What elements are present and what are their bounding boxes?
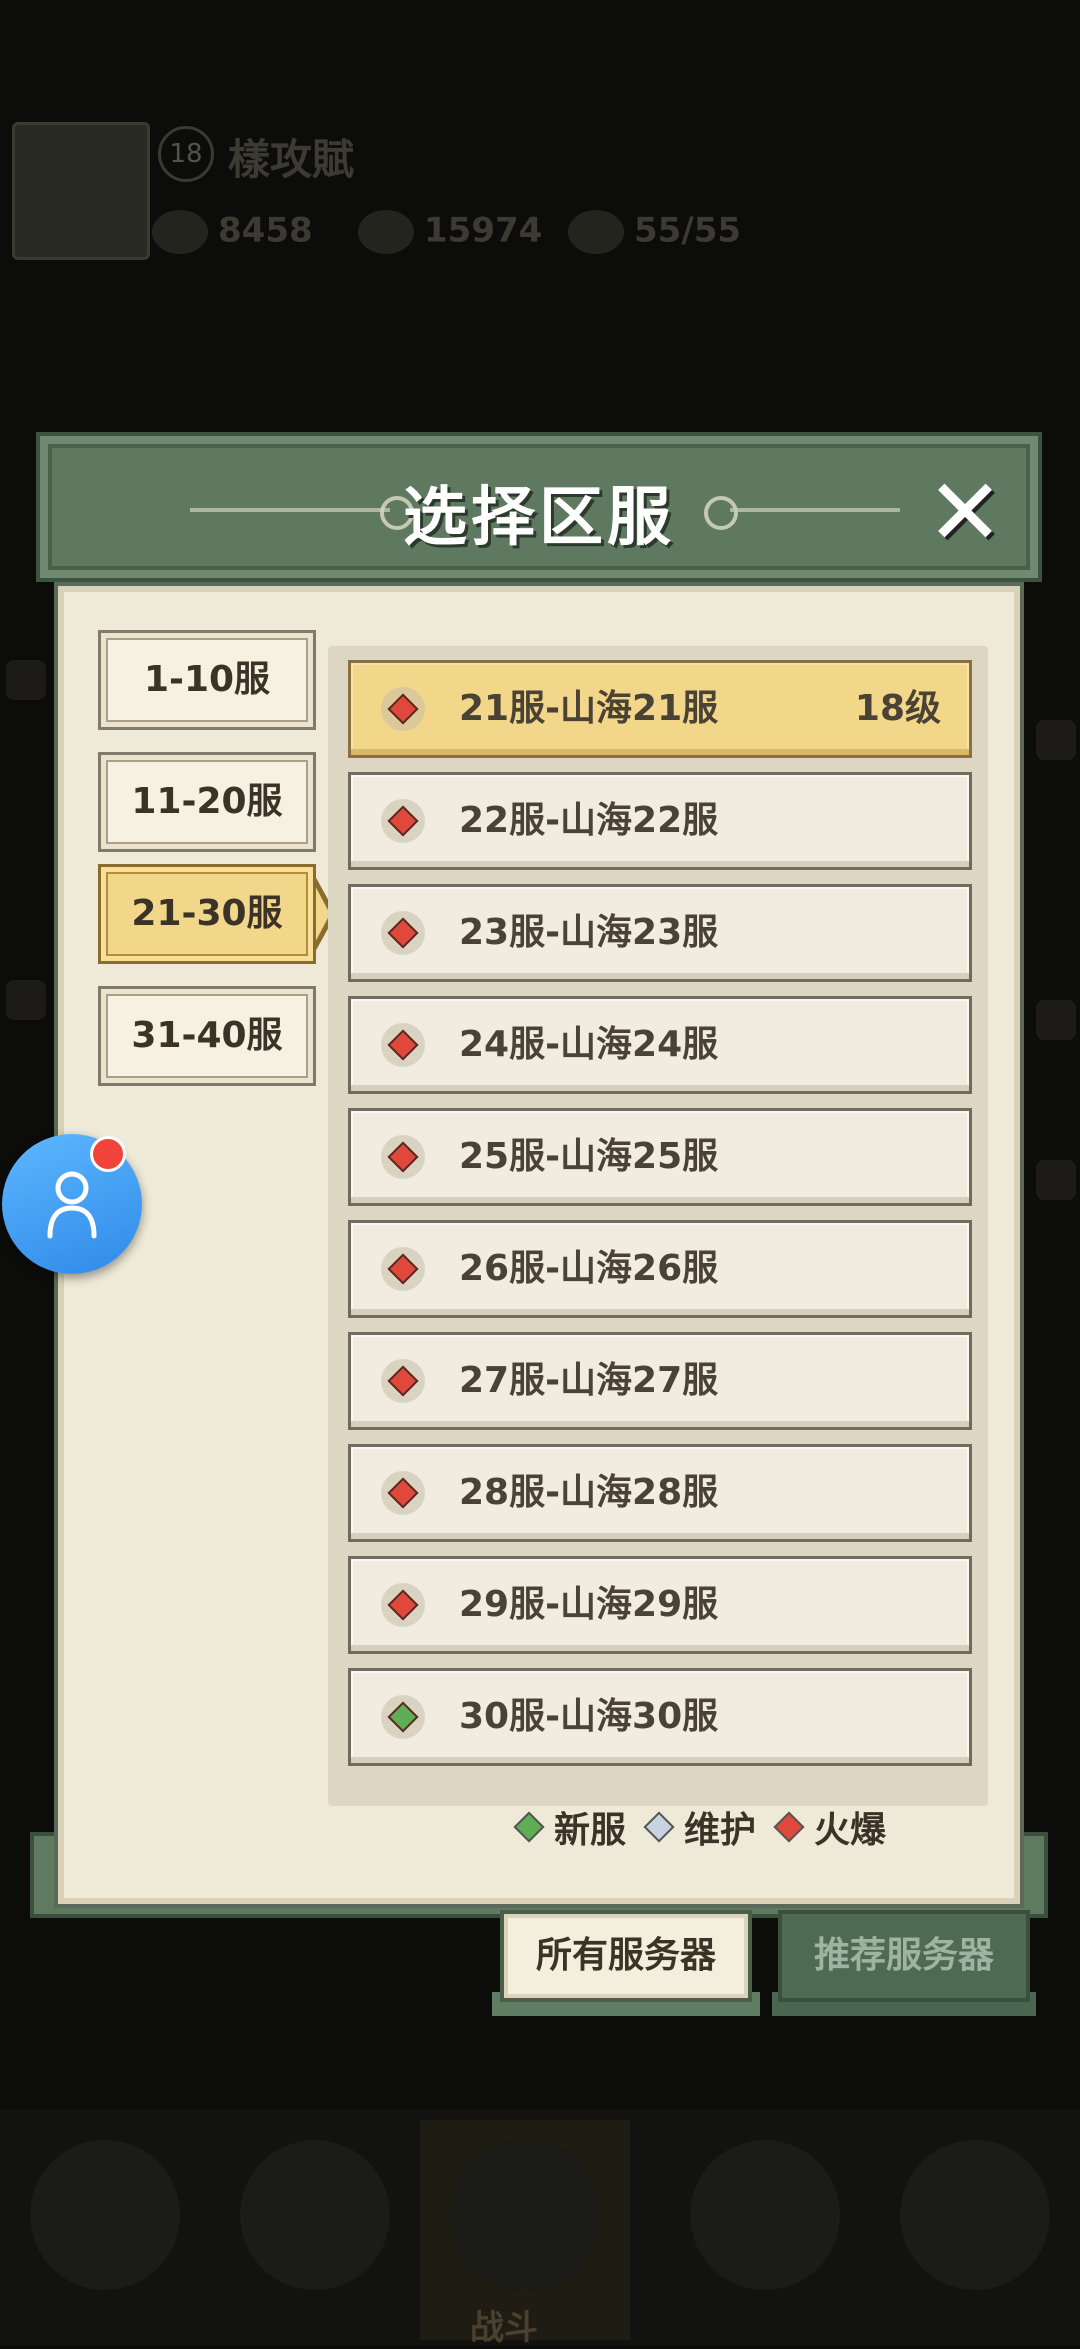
server-row-30[interactable]: 30服-山海30服 [348,1668,972,1766]
server-row-28[interactable]: 28服-山海28服 [348,1444,972,1542]
server-row-24[interactable]: 24服-山海24服 [348,996,972,1094]
category-tab-11-20[interactable]: 11-20服 [98,752,316,852]
status-hot-icon [381,1135,425,1179]
dialog-title: 选择区服 [403,481,675,555]
hot-server-icon [773,1811,805,1843]
notification-badge [90,1136,126,1172]
dialog-body: 1-10服 11-20服 21-30服 31-40服 21服-山海21服 18级… [54,582,1024,1908]
status-new-icon [381,1695,425,1739]
bg-nav-tab [0,2120,210,2340]
legend-new: 新服 [513,1801,627,1853]
server-row-22[interactable]: 22服-山海22服 [348,772,972,870]
bg-stat-1: 8458 [152,210,313,254]
server-name: 30服-山海30服 [459,1696,719,1737]
server-name: 26服-山海26服 [459,1248,719,1289]
server-name: 23服-山海23服 [459,912,719,953]
server-name: 29服-山海29服 [459,1584,719,1625]
bg-player-level: 18 [158,126,214,182]
status-hot-icon [381,1471,425,1515]
bg-edge-icon [1036,1000,1076,1040]
bg-stat-2: 15974 [358,210,542,254]
server-name: 28服-山海28服 [459,1472,719,1513]
server-name: 22服-山海22服 [459,800,719,841]
category-tab-31-40[interactable]: 31-40服 [98,986,316,1086]
status-hot-icon [381,1247,425,1291]
status-hot-icon [381,1359,425,1403]
status-hot-icon [381,1023,425,1067]
server-row-23[interactable]: 23服-山海23服 [348,884,972,982]
bg-nav-tab-label: 战斗 [470,2308,538,2348]
server-row-26[interactable]: 26服-山海26服 [348,1220,972,1318]
person-icon [47,1171,97,1239]
status-hot-icon [381,1583,425,1627]
category-tab-21-30[interactable]: 21-30服 [98,864,316,964]
status-hot-icon [381,799,425,843]
server-row-21[interactable]: 21服-山海21服 18级 [348,660,972,758]
bg-stat-3: 55/55 [568,210,741,254]
bg-edge-icon [1036,720,1076,760]
tab-recommended-servers[interactable]: 推荐服务器 [778,1910,1030,2002]
legend-label: 维护 [684,1810,757,1851]
server-name: 25服-山海25服 [459,1136,719,1177]
status-hot-icon [381,687,425,731]
header-ornament-right [730,508,900,512]
server-name: 24服-山海24服 [459,1024,719,1065]
server-name: 27服-山海27服 [459,1360,719,1401]
close-icon: ✕ [926,459,1004,566]
server-row-25[interactable]: 25服-山海25服 [348,1108,972,1206]
server-select-dialog: 选择区服 ✕ 1-10服 11-20服 21-30服 31-40服 21服-山海… [30,432,1048,2016]
server-row-27[interactable]: 27服-山海27服 [348,1332,972,1430]
bg-edge-icon [1036,1160,1076,1200]
category-tab-1-10[interactable]: 1-10服 [98,630,316,730]
bg-player-avatar [12,122,150,260]
legend-maintenance: 维护 [643,1801,757,1853]
bg-player-name: 樣攻賦 [228,135,355,184]
legend-hot: 火爆 [773,1801,887,1853]
bg-nav-tab [660,2120,870,2340]
legend-label: 新服 [554,1810,627,1851]
maintenance-icon [643,1811,675,1843]
status-legend: 新服 维护 火爆 [513,1801,908,1853]
status-hot-icon [381,911,425,955]
server-name: 21服-山海21服 [459,688,719,729]
server-row-29[interactable]: 29服-山海29服 [348,1556,972,1654]
header-knot-right [704,496,738,530]
dialog-header: 选择区服 ✕ [36,432,1042,582]
bg-nav-tab [210,2120,420,2340]
close-button[interactable]: ✕ [920,467,1010,559]
bg-nav-tab [870,2120,1080,2340]
server-role-level: 18级 [854,688,941,729]
legend-label: 火爆 [814,1810,887,1851]
new-server-icon [513,1811,545,1843]
tab-all-servers[interactable]: 所有服务器 [500,1910,752,2002]
